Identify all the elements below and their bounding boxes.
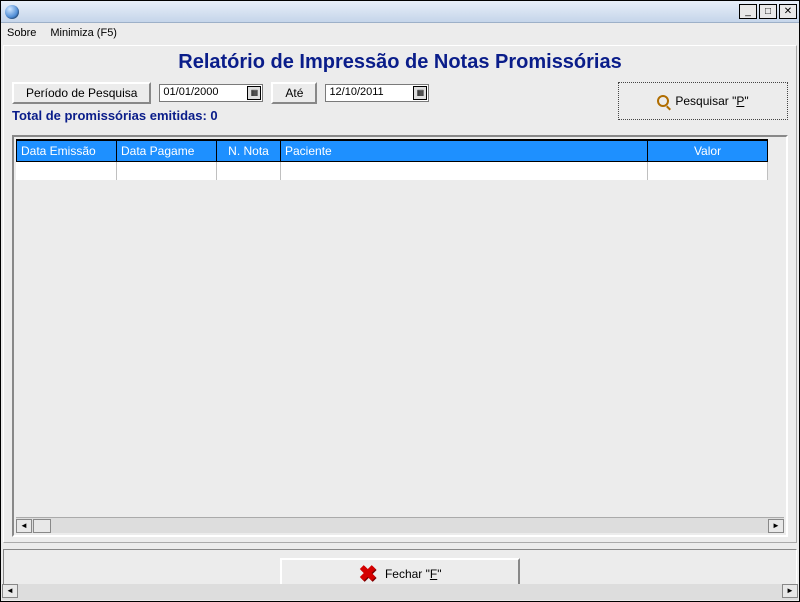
col-data-pagamento[interactable]: Data Pagame: [117, 140, 217, 162]
results-table[interactable]: Data Emissão Data Pagame N. Nota Pacient…: [16, 139, 768, 180]
grid-h-scrollbar[interactable]: ◄ ►: [16, 517, 784, 533]
maximize-button[interactable]: □: [759, 4, 777, 19]
col-valor[interactable]: Valor: [648, 140, 768, 162]
content-frame: Relatório de Impressão de Notas Promissó…: [3, 45, 797, 543]
outer-scroll-right-icon[interactable]: ►: [782, 584, 798, 598]
ate-label: Até: [271, 82, 317, 104]
date-from-input[interactable]: 01/01/2000 ▦: [159, 84, 263, 102]
globe-icon: [5, 5, 19, 19]
search-row: Período de Pesquisa 01/01/2000 ▦ Até 12/…: [12, 82, 788, 131]
col-data-emissao[interactable]: Data Emissão: [17, 140, 117, 162]
date-from-picker-icon[interactable]: ▦: [247, 86, 261, 100]
grid-panel: Data Emissão Data Pagame N. Nota Pacient…: [12, 135, 788, 537]
magnifier-icon: [657, 95, 669, 107]
menu-sobre[interactable]: Sobre: [7, 27, 36, 39]
window-close-button[interactable]: ✕: [779, 4, 797, 19]
date-to-input[interactable]: 12/10/2011 ▦: [325, 84, 429, 102]
menu-minimiza[interactable]: Minimiza (F5): [50, 27, 117, 39]
search-button-label: Pesquisar "P": [675, 94, 748, 108]
grid-area: Data Emissão Data Pagame N. Nota Pacient…: [16, 139, 784, 517]
date-to-value: 12/10/2011: [329, 86, 383, 98]
date-to-picker-icon[interactable]: ▦: [413, 86, 427, 100]
col-paciente[interactable]: Paciente: [281, 140, 648, 162]
titlebar: _ □ ✕: [1, 1, 799, 23]
periodo-label: Período de Pesquisa: [12, 82, 151, 104]
outer-h-scrollbar[interactable]: ◄ ►: [2, 584, 798, 600]
close-x-icon: ✖: [359, 563, 377, 585]
app-window: _ □ ✕ Sobre Minimiza (F5) Relatório de I…: [0, 0, 800, 602]
outer-scroll-left-icon[interactable]: ◄: [2, 584, 18, 598]
scroll-right-icon[interactable]: ►: [768, 519, 784, 533]
table-row: [17, 162, 768, 180]
minimize-button[interactable]: _: [739, 4, 757, 19]
total-emitted-label: Total de promissórias emitidas: 0: [12, 108, 429, 123]
scroll-left-icon[interactable]: ◄: [16, 519, 32, 533]
close-button-label: Fechar "F": [385, 567, 442, 581]
col-n-nota[interactable]: N. Nota: [217, 140, 281, 162]
date-from-value: 01/01/2000: [163, 86, 218, 98]
scroll-thumb[interactable]: [33, 519, 51, 533]
table-header-row: Data Emissão Data Pagame N. Nota Pacient…: [17, 140, 768, 162]
menubar: Sobre Minimiza (F5): [1, 23, 799, 43]
page-title: Relatório de Impressão de Notas Promissó…: [12, 51, 788, 74]
search-button[interactable]: Pesquisar "P": [618, 82, 788, 120]
